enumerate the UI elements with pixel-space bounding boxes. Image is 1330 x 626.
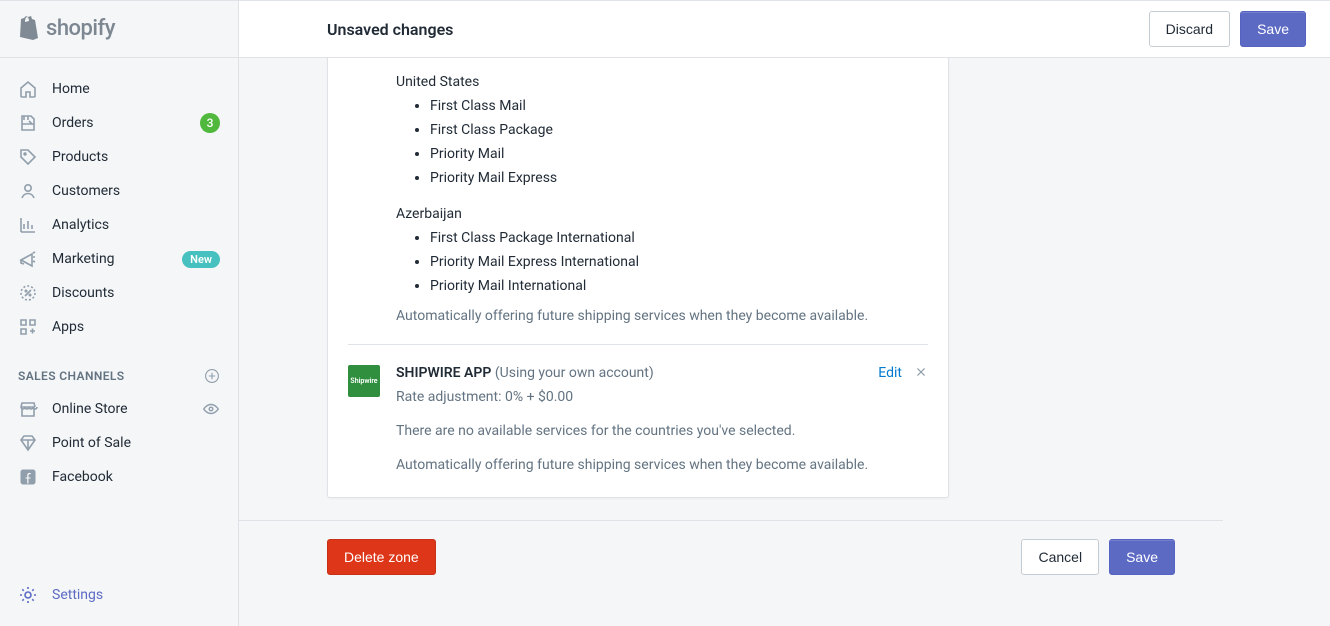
unsaved-title: Unsaved changes [327, 20, 453, 39]
store-icon [18, 399, 38, 419]
nav-products[interactable]: Products [8, 140, 230, 174]
carrier-title: SHIPWIRE APP (Using your own account) [396, 365, 866, 381]
settings-section: Settings [0, 568, 238, 626]
rates-card: United States First Class Mail First Cla… [327, 58, 949, 498]
service-item: Priority Mail [430, 142, 928, 166]
auto-note: Automatically offering future shipping s… [396, 457, 928, 473]
save-button-bottom[interactable]: Save [1109, 539, 1175, 575]
carrier-row: Shipwire SHIPWIRE APP (Using your own ac… [348, 345, 928, 473]
brand-name: shopify [46, 16, 115, 41]
country-block-az: Azerbaijan First Class Package Internati… [348, 190, 928, 298]
sidebar: shopify Home Orders 3 Products Customers [0, 1, 239, 626]
nav-label: Facebook [52, 469, 220, 485]
add-channel-icon[interactable] [204, 368, 220, 384]
section-title: SALES CHANNELS [18, 369, 125, 383]
service-list-az: First Class Package International Priori… [396, 226, 928, 298]
nav-label: Settings [52, 587, 220, 603]
gear-icon [18, 585, 38, 605]
cancel-button[interactable]: Cancel [1021, 539, 1099, 575]
channels-nav: Online Store Point of Sale Facebook [0, 392, 238, 500]
shopify-logo-icon [16, 14, 40, 42]
service-item: First Class Package [430, 118, 928, 142]
new-badge: New [182, 251, 220, 268]
products-icon [18, 147, 38, 167]
nav-apps[interactable]: Apps [8, 310, 230, 344]
nav-label: Home [52, 81, 220, 97]
country-name: Azerbaijan [396, 206, 928, 222]
close-icon[interactable] [914, 365, 928, 379]
primary-nav: Home Orders 3 Products Customers Analyti… [0, 58, 238, 350]
unsaved-bar: Unsaved changes Discard Save [239, 1, 1330, 58]
nav-label: Customers [52, 183, 220, 199]
channel-facebook[interactable]: Facebook [8, 460, 230, 494]
nav-analytics[interactable]: Analytics [8, 208, 230, 242]
nav-label: Discounts [52, 285, 220, 301]
nav-label: Orders [52, 115, 186, 131]
pos-icon [18, 433, 38, 453]
carrier-name: SHIPWIRE APP [396, 365, 491, 381]
country-block-us: United States First Class Mail First Cla… [348, 58, 928, 190]
edit-link[interactable]: Edit [878, 365, 902, 381]
service-item: First Class Mail [430, 94, 928, 118]
shipwire-logo: Shipwire [348, 365, 380, 397]
nav-label: Apps [52, 319, 220, 335]
service-item: Priority Mail Express [430, 166, 928, 190]
nav-discounts[interactable]: Discounts [8, 276, 230, 310]
nav-home[interactable]: Home [8, 72, 230, 106]
service-item: Priority Mail International [430, 274, 928, 298]
discounts-icon [18, 283, 38, 303]
nav-label: Marketing [52, 251, 168, 267]
carrier-account: (Using your own account) [495, 365, 654, 381]
content: United States First Class Mail First Cla… [239, 58, 1330, 626]
orders-badge: 3 [200, 113, 220, 133]
sales-channels-header: SALES CHANNELS [0, 350, 238, 392]
page-footer: Delete zone Cancel Save [239, 520, 1223, 575]
home-icon [18, 79, 38, 99]
apps-icon [18, 317, 38, 337]
rate-adjustment: Rate adjustment: 0% + $0.00 [396, 389, 928, 405]
eye-icon[interactable] [202, 400, 220, 418]
service-item: First Class Package International [430, 226, 928, 250]
auto-note: Automatically offering future shipping s… [348, 308, 928, 324]
service-item: Priority Mail Express International [430, 250, 928, 274]
channel-pos[interactable]: Point of Sale [8, 426, 230, 460]
discard-button[interactable]: Discard [1149, 11, 1230, 47]
brand-logo[interactable]: shopify [0, 1, 238, 58]
marketing-icon [18, 249, 38, 269]
nav-label: Point of Sale [52, 435, 220, 451]
nav-marketing[interactable]: Marketing New [8, 242, 230, 276]
nav-label: Analytics [52, 217, 220, 233]
no-services-note: There are no available services for the … [396, 423, 928, 439]
save-button-top[interactable]: Save [1240, 11, 1306, 47]
nav-orders[interactable]: Orders 3 [8, 106, 230, 140]
channel-online-store[interactable]: Online Store [8, 392, 230, 426]
main: Unsaved changes Discard Save United Stat… [239, 1, 1330, 626]
customers-icon [18, 181, 38, 201]
service-list-us: First Class Mail First Class Package Pri… [396, 94, 928, 190]
nav-label: Online Store [52, 401, 188, 417]
orders-icon [18, 113, 38, 133]
country-name: United States [396, 74, 928, 90]
nav-settings[interactable]: Settings [8, 578, 230, 612]
nav-label: Products [52, 149, 220, 165]
delete-zone-button[interactable]: Delete zone [327, 539, 436, 575]
analytics-icon [18, 215, 38, 235]
facebook-icon [18, 467, 38, 487]
nav-customers[interactable]: Customers [8, 174, 230, 208]
